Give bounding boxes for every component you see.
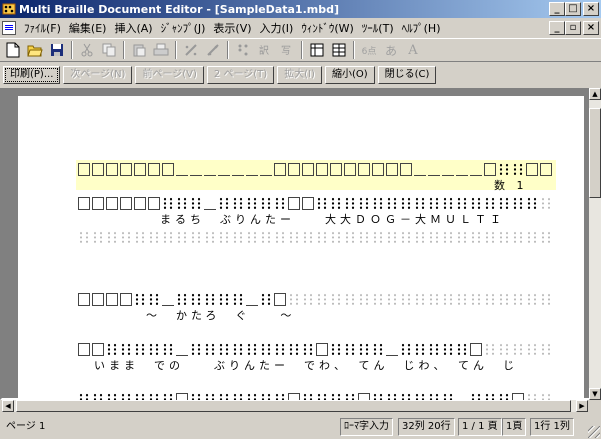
zoom-in-button[interactable]: 拡大(I) — [277, 66, 322, 84]
ink-text: 数 1 — [494, 179, 528, 192]
status-cursor: 1行 1列 — [530, 418, 574, 436]
braille-row[interactable] — [76, 228, 556, 258]
preview-area: 数 1 まるち ぶりんたー 大大ＤＯＧ－大ＭＵＬＴＩ ～ かたろ ぐ ～ いまま… — [0, 88, 601, 406]
document-icon[interactable] — [2, 21, 16, 35]
toolbar: 訳 写 6点 あ A — [0, 38, 601, 62]
status-bar: ページ 1 ﾛｰﾏ字入力 32列 20行 1 / 1 頁 1頁 1行 1列 — [0, 415, 601, 439]
vertical-scroll-thumb[interactable] — [589, 108, 601, 198]
resize-grip-icon[interactable] — [588, 426, 600, 438]
braille-input-icon[interactable] — [180, 40, 202, 60]
menu-input[interactable]: 入力(I) — [256, 20, 298, 36]
menu-file[interactable]: ﾌｧｲﾙ(F) — [20, 20, 65, 36]
vertical-scrollbar[interactable]: ▲ ▼ — [589, 88, 601, 400]
mdi-restore-button[interactable]: ▫ — [565, 21, 581, 35]
menu-view[interactable]: 表示(V) — [209, 20, 255, 36]
preview-navbar: 印刷(P)... 次ページ(N) 前ページ(V) 2 ページ(T) 拡大(I) … — [0, 64, 601, 86]
braille-row[interactable]: まるち ぶりんたー 大大ＤＯＧ－大ＭＵＬＴＩ — [76, 194, 556, 226]
menu-window[interactable]: ｳｨﾝﾄﾞｳ(W) — [297, 20, 357, 36]
toolbar-separator — [71, 41, 73, 59]
braille-cells — [78, 293, 552, 306]
minimize-button[interactable]: _ — [549, 2, 565, 16]
scroll-right-icon[interactable]: ▶ — [576, 400, 588, 412]
cut-icon[interactable] — [76, 40, 98, 60]
braille-row[interactable]: 数 1 — [76, 160, 556, 192]
scroll-left-icon[interactable]: ◀ — [2, 400, 14, 412]
app-icon — [2, 2, 16, 16]
ink-text: ～ かたろ ぐ ～ — [146, 309, 296, 322]
zoom-out-button[interactable]: 縮小(O) — [324, 66, 375, 84]
table-view-icon[interactable] — [328, 40, 350, 60]
preview-page: 数 1 まるち ぶりんたー 大大ＤＯＧ－大ＭＵＬＴＩ ～ かたろ ぐ ～ いまま… — [18, 96, 584, 406]
braille-cells — [78, 163, 552, 176]
menu-bar: ﾌｧｲﾙ(F) 編集(E) 挿入(A) ｼﾞｬﾝﾌﾟ(J) 表示(V) 入力(I… — [0, 19, 601, 37]
svg-text:写: 写 — [281, 45, 291, 57]
toolbar-separator — [301, 41, 303, 59]
braille-cells — [78, 197, 552, 210]
toolbar-separator — [353, 41, 355, 59]
open-folder-icon[interactable] — [24, 40, 46, 60]
toolbar-separator — [227, 41, 229, 59]
braille-row[interactable]: いまま での ぶりんたー でわ、 てん じわ、 てん じ — [76, 340, 556, 372]
scroll-down-icon[interactable]: ▼ — [589, 388, 601, 400]
hiragana-button[interactable]: あ — [380, 40, 402, 60]
title-bar: Multi Braille Document Editor - [SampleD… — [0, 0, 601, 18]
layout-icon[interactable]: 写 — [276, 40, 298, 60]
latin-button[interactable]: A — [402, 40, 424, 60]
translate-icon[interactable]: 訳 — [254, 40, 276, 60]
ink-text: いまま での ぶりんたー でわ、 てん じわ、 てん じ — [94, 359, 518, 372]
save-icon[interactable] — [46, 40, 68, 60]
print-button[interactable]: 印刷(P)... — [3, 66, 61, 84]
paste-icon[interactable] — [128, 40, 150, 60]
next-page-button[interactable]: 次ページ(N) — [63, 66, 133, 84]
ink-text: まるち ぶりんたー 大大ＤＯＧ－大ＭＵＬＴＩ — [160, 213, 505, 226]
menu-jump[interactable]: ｼﾞｬﾝﾌﾟ(J) — [157, 20, 210, 36]
svg-text:訳: 訳 — [259, 44, 269, 57]
menu-tools[interactable]: ﾂｰﾙ(T) — [358, 20, 398, 36]
prev-page-button[interactable]: 前ページ(V) — [135, 66, 204, 84]
menu-insert[interactable]: 挿入(A) — [110, 20, 156, 36]
status-current-page: 1頁 — [502, 418, 527, 436]
new-document-icon[interactable] — [2, 40, 24, 60]
copy-icon[interactable] — [98, 40, 120, 60]
menu-help[interactable]: ﾍﾙﾌﾟ(H) — [398, 20, 445, 36]
toolbar-separator — [123, 41, 125, 59]
horizontal-scrollbar[interactable]: ◀ ▶ — [2, 400, 588, 412]
close-button[interactable]: × — [583, 2, 599, 16]
braille-cells — [78, 343, 552, 356]
status-input-mode: ﾛｰﾏ字入力 — [340, 418, 393, 436]
window-title: Multi Braille Document Editor - [SampleD… — [19, 2, 339, 16]
braille-cells — [78, 231, 552, 244]
grid-view-icon[interactable] — [306, 40, 328, 60]
toolbar-separator — [175, 41, 177, 59]
horizontal-scroll-thumb[interactable] — [16, 400, 571, 412]
status-page-of: 1 / 1 頁 — [458, 418, 502, 436]
close-preview-button[interactable]: 閉じる(C) — [377, 66, 437, 84]
braille-cell-icon[interactable] — [232, 40, 254, 60]
braille-row[interactable]: ～ かたろ ぐ ～ — [76, 290, 556, 322]
scroll-up-icon[interactable]: ▲ — [589, 88, 601, 100]
status-page: ページ 1 — [6, 421, 46, 432]
print-icon[interactable] — [150, 40, 172, 60]
restore-button[interactable]: □ — [565, 2, 581, 16]
braille-edit-icon[interactable] — [202, 40, 224, 60]
two-page-button[interactable]: 2 ページ(T) — [206, 66, 275, 84]
six-dot-button[interactable]: 6点 — [358, 40, 380, 60]
mdi-minimize-button[interactable]: _ — [549, 21, 565, 35]
menu-edit[interactable]: 編集(E) — [65, 20, 111, 36]
mdi-close-button[interactable]: × — [583, 21, 599, 35]
status-columns-rows: 32列 20行 — [398, 418, 455, 436]
